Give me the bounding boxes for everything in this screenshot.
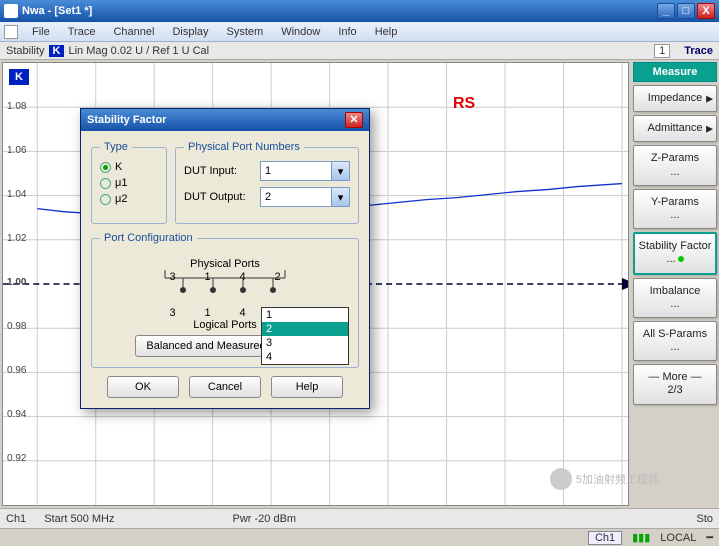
type-group: Type K μ1 μ2 bbox=[91, 141, 167, 224]
power-level: Pwr -20 dBm bbox=[233, 513, 297, 525]
window-titlebar: Nwa - [Set1 *] _ □ X bbox=[0, 0, 719, 22]
trace-info-bar: Stability K Lin Mag 0.02 U / Ref 1 U Cal… bbox=[0, 42, 719, 60]
app-icon bbox=[4, 4, 18, 18]
stop-freq: Sto bbox=[696, 513, 713, 525]
menu-trace[interactable]: Trace bbox=[60, 24, 104, 40]
status-bar: Ch1 Start 500 MHz Pwr -20 dBm Sto bbox=[0, 508, 719, 528]
dut-output-dropdown[interactable]: 1 2 3 4 bbox=[261, 307, 349, 365]
radio-mu2[interactable]: μ2 bbox=[100, 193, 158, 205]
more-button[interactable]: — More —2/3 bbox=[633, 364, 717, 404]
plot-trace-label: K bbox=[9, 69, 29, 85]
chevron-right-icon: ▶ bbox=[706, 123, 713, 134]
admittance-button[interactable]: Admittance▶ bbox=[633, 115, 717, 142]
k-badge: K bbox=[49, 45, 65, 57]
y-tick: 1.04 bbox=[7, 189, 26, 200]
dropdown-option[interactable]: 4 bbox=[262, 350, 348, 364]
all-s-params-button[interactable]: All S-Params... bbox=[633, 321, 717, 361]
start-freq: Start 500 MHz bbox=[44, 513, 114, 525]
z-params-button[interactable]: Z-Params... bbox=[633, 145, 717, 185]
trace-number: 1 bbox=[654, 44, 670, 58]
dut-input-combo[interactable]: 1 ▾ bbox=[260, 161, 350, 181]
y-tick: 1.08 bbox=[7, 101, 26, 112]
menubar: File Trace Channel Display System Window… bbox=[0, 22, 719, 42]
cancel-button[interactable]: Cancel bbox=[189, 376, 261, 398]
port-config-legend: Port Configuration bbox=[100, 232, 197, 244]
menu-file[interactable]: File bbox=[24, 24, 58, 40]
chevron-down-icon[interactable]: ▾ bbox=[331, 188, 349, 206]
dialog-title: Stability Factor bbox=[87, 114, 166, 126]
rs-annotation: RS bbox=[453, 95, 475, 113]
y-tick: 1.06 bbox=[7, 145, 26, 156]
local-label: LOCAL bbox=[660, 532, 696, 544]
window-min-button[interactable]: _ bbox=[657, 3, 675, 19]
menu-help[interactable]: Help bbox=[367, 24, 406, 40]
dropdown-option[interactable]: 2 bbox=[262, 322, 348, 336]
y-tick: 1.02 bbox=[7, 233, 26, 244]
stability-factor-button[interactable]: Stability Factor... bbox=[633, 232, 717, 274]
y-tick: 0.92 bbox=[7, 453, 26, 464]
y-tick: 0.94 bbox=[7, 409, 26, 420]
physical-port-group: Physical Port Numbers DUT Input: 1 ▾ DUT… bbox=[175, 141, 359, 224]
channel-label: Ch1 bbox=[6, 513, 26, 525]
y-tick: 0.98 bbox=[7, 321, 26, 332]
y-params-button[interactable]: Y-Params... bbox=[633, 189, 717, 229]
dut-output-combo[interactable]: 2 ▾ bbox=[260, 187, 350, 207]
ppn-legend: Physical Port Numbers bbox=[184, 141, 304, 153]
chevron-right-icon: ▶ bbox=[706, 93, 713, 104]
trace-settings: Lin Mag 0.02 U / Ref 1 U Cal bbox=[68, 45, 209, 57]
ok-button[interactable]: OK bbox=[107, 376, 179, 398]
window-max-button[interactable]: □ bbox=[677, 3, 695, 19]
doc-icon bbox=[4, 25, 18, 39]
dialog-titlebar[interactable]: Stability Factor ✕ bbox=[81, 109, 369, 131]
dut-input-label: DUT Input: bbox=[184, 165, 254, 177]
window-close-button[interactable]: X bbox=[697, 3, 715, 19]
active-indicator-icon bbox=[678, 256, 684, 262]
menu-window[interactable]: Window bbox=[273, 24, 328, 40]
radio-k[interactable]: K bbox=[100, 161, 158, 173]
dialog-close-button[interactable]: ✕ bbox=[345, 112, 363, 128]
y-tick: 0.96 bbox=[7, 365, 26, 376]
imbalance-button[interactable]: Imbalance... bbox=[633, 278, 717, 318]
menu-info[interactable]: Info bbox=[330, 24, 364, 40]
chevron-down-icon[interactable]: ▾ bbox=[331, 162, 349, 180]
trace-header: Trace bbox=[684, 45, 713, 57]
measure-tab[interactable]: Measure bbox=[633, 62, 717, 82]
stability-factor-dialog: Stability Factor ✕ Type K μ1 μ2 Physical… bbox=[80, 108, 370, 409]
type-legend: Type bbox=[100, 141, 132, 153]
menu-channel[interactable]: Channel bbox=[105, 24, 162, 40]
y-tick: 1.00 bbox=[7, 277, 26, 288]
menu-system[interactable]: System bbox=[219, 24, 272, 40]
stability-label: Stability bbox=[6, 45, 45, 57]
right-panel: Measure Impedance▶ Admittance▶ Z-Params.… bbox=[631, 60, 719, 508]
dropdown-option[interactable]: 1 bbox=[262, 308, 348, 322]
menu-display[interactable]: Display bbox=[164, 24, 216, 40]
dut-output-label: DUT Output: bbox=[184, 191, 254, 203]
bottom-bar: Ch1 ▮▮▮ LOCAL ━ bbox=[0, 528, 719, 546]
radio-mu1[interactable]: μ1 bbox=[100, 177, 158, 189]
help-button[interactable]: Help bbox=[271, 376, 343, 398]
impedance-button[interactable]: Impedance▶ bbox=[633, 85, 717, 112]
ch1-badge[interactable]: Ch1 bbox=[588, 531, 622, 545]
window-title: Nwa - [Set1 *] bbox=[22, 5, 657, 17]
dropdown-option[interactable]: 3 bbox=[262, 336, 348, 350]
